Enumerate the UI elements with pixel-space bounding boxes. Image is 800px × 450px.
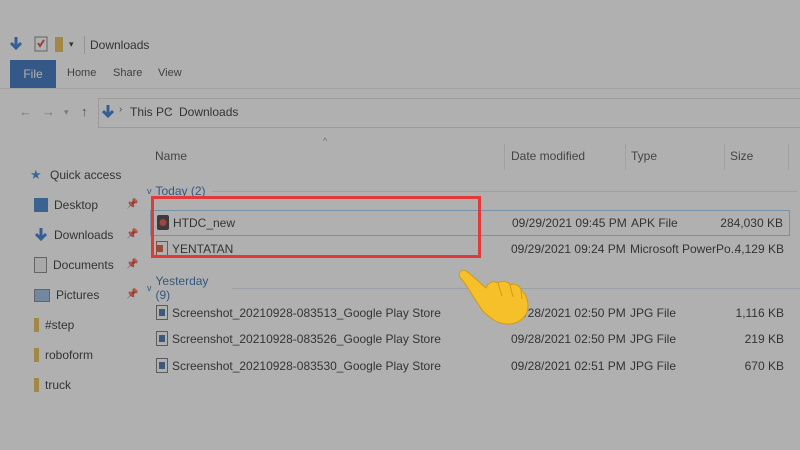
image-file-icon	[156, 331, 168, 346]
pointing-hand-icon	[458, 268, 532, 326]
file-size: 219 KB	[744, 332, 784, 346]
sidebar-item-label: Desktop	[54, 198, 99, 212]
file-name: Screenshot_20210928-083513_Google Play S…	[172, 306, 441, 320]
file-date: 09/29/2021 09:45 PM	[512, 216, 627, 230]
image-file-icon	[156, 358, 168, 373]
sidebar-item-label: Documents	[53, 258, 114, 272]
recent-locations-chevron-icon[interactable]: ▾	[64, 107, 69, 118]
up-arrow-icon[interactable]: ↑	[81, 104, 88, 119]
file-type: JPG File	[630, 359, 677, 373]
sidebar-item-documents[interactable]: Documents	[34, 255, 114, 275]
file-size: 284,030 KB	[720, 216, 783, 230]
address-bar[interactable]: › This PC › Downloads	[98, 98, 800, 128]
sidebar-item-truck[interactable]: truck	[34, 375, 71, 395]
pin-icon[interactable]: 📌	[126, 259, 138, 270]
document-icon	[34, 257, 47, 273]
breadcrumb-downloads[interactable]: Downloads	[179, 105, 238, 119]
pin-icon[interactable]: 📌	[126, 289, 138, 300]
back-arrow-icon[interactable]: ←	[19, 104, 32, 119]
tab-file[interactable]: File	[10, 60, 56, 88]
sidebar-item-desktop[interactable]: Desktop	[34, 195, 98, 215]
file-type: JPG File	[630, 332, 677, 346]
image-file-icon	[156, 305, 168, 320]
collapse-chevron-icon: v	[147, 283, 152, 293]
column-header-type[interactable]: Type	[631, 149, 657, 163]
download-arrow-icon	[34, 228, 48, 242]
file-type: JPG File	[630, 306, 677, 320]
folder-icon	[34, 318, 39, 332]
tab-view[interactable]: View	[158, 67, 182, 79]
column-header-name[interactable]: Name	[155, 149, 187, 163]
column-divider[interactable]	[504, 144, 505, 170]
sidebar-item-roboform[interactable]: roboform	[34, 345, 93, 365]
breadcrumb-chevron-icon[interactable]: ›	[119, 104, 122, 115]
downloads-location-icon	[101, 104, 115, 123]
sidebar-item-step[interactable]: #step	[34, 315, 74, 335]
pin-icon[interactable]: 📌	[126, 229, 138, 240]
desktop-icon	[34, 198, 48, 212]
file-name: Screenshot_20210928-083526_Google Play S…	[172, 332, 441, 346]
file-type: Microsoft PowerPo...	[630, 242, 741, 256]
file-row[interactable]: Screenshot_20210928-083530_Google Play S…	[150, 354, 790, 378]
folder-icon	[34, 378, 39, 392]
sidebar-item-pictures[interactable]: Pictures	[34, 285, 99, 305]
pin-icon[interactable]: 📌	[126, 199, 138, 210]
sidebar-item-downloads[interactable]: Downloads	[34, 225, 113, 245]
file-type: APK File	[631, 216, 678, 230]
title-bar: ▾ Downloads	[0, 30, 800, 60]
file-date: 09/28/2021 02:51 PM	[511, 359, 626, 373]
navigation-bar: ← → ▾ ↑ › This PC › Downloads	[0, 92, 800, 134]
column-header-date[interactable]: Date modified	[511, 149, 585, 163]
file-name: Screenshot_20210928-083530_Google Play S…	[172, 359, 441, 373]
file-size: 670 KB	[744, 359, 784, 373]
file-row[interactable]: Screenshot_20210928-083526_Google Play S…	[150, 327, 790, 351]
highlight-box	[151, 196, 481, 258]
pictures-icon	[34, 288, 50, 302]
sidebar-item-label: Downloads	[54, 228, 114, 242]
new-folder-icon[interactable]	[55, 37, 65, 56]
column-headers: Name Date modified Type Size	[146, 144, 800, 170]
tab-home[interactable]: Home	[67, 67, 96, 79]
file-date: 09/29/2021 09:24 PM	[511, 242, 626, 256]
customize-dropdown-icon[interactable]: ▾	[69, 39, 74, 50]
tab-share[interactable]: Share	[113, 67, 142, 79]
group-label: Yesterday (9)	[155, 274, 209, 302]
collapse-chevron-icon: v	[147, 186, 152, 196]
sidebar-item-label: Pictures	[56, 288, 100, 302]
sidebar-item-label: Quick access	[50, 168, 122, 182]
file-date: 09/28/2021 02:50 PM	[511, 332, 626, 346]
sidebar-item-label: roboform	[45, 348, 94, 362]
breadcrumb-this-pc[interactable]: This PC	[130, 105, 173, 119]
forward-arrow-icon[interactable]: →	[42, 104, 55, 119]
group-divider	[211, 190, 797, 192]
column-divider[interactable]	[724, 144, 725, 170]
window-title: Downloads	[90, 38, 150, 52]
sidebar-item-quick-access[interactable]: ★ Quick access	[30, 165, 121, 185]
star-icon: ★	[30, 167, 42, 182]
file-size: 4,129 KB	[734, 242, 784, 256]
column-divider[interactable]	[788, 144, 789, 170]
sidebar-item-label: truck	[45, 378, 72, 392]
ribbon-tabs: File Home Share View	[0, 60, 800, 89]
column-header-size[interactable]: Size	[730, 149, 753, 163]
file-size: 1,116 KB	[735, 306, 784, 320]
folder-icon	[34, 348, 39, 362]
navigation-pane: ★ Quick access Desktop 📌 Downloads 📌 Doc…	[0, 134, 140, 450]
sidebar-item-label: #step	[45, 318, 75, 332]
title-separator	[84, 36, 85, 54]
column-divider[interactable]	[625, 144, 626, 170]
quick-access-down-icon[interactable]	[9, 36, 23, 55]
breadcrumb-chevron-icon[interactable]: ›	[168, 104, 171, 115]
properties-icon[interactable]	[34, 35, 48, 56]
